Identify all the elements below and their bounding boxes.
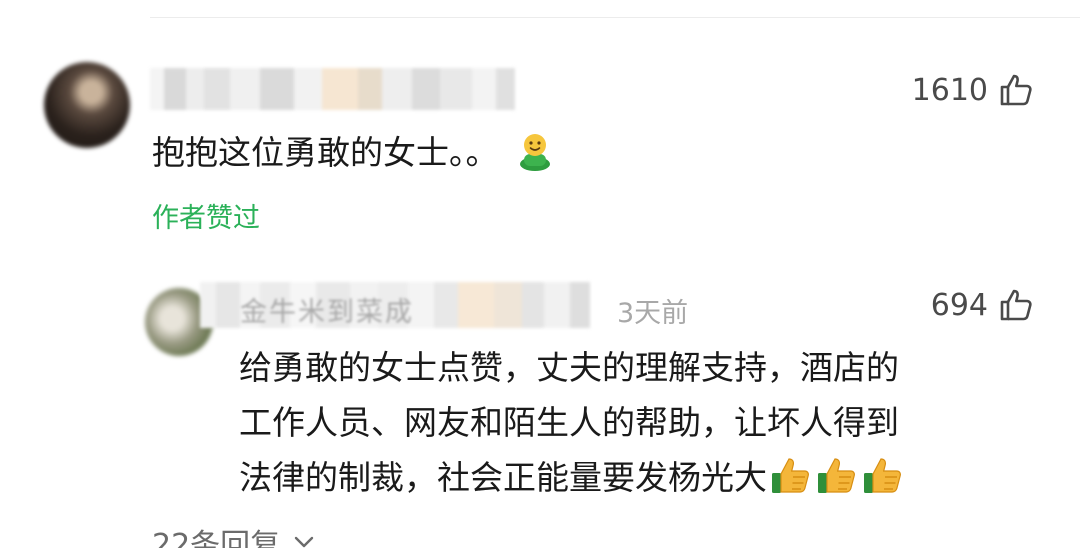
reply-text-line: 法律的制裁，社会正能量要发杨光大 [239,458,767,497]
reply-username[interactable]: 金牛米到菜成 [240,290,414,329]
username-obscured[interactable] [150,68,515,110]
like-button[interactable]: 1610 [912,72,1034,108]
reply-timestamp: 3天前 [617,298,689,329]
comment-thread: 1610 抱抱这位勇敢的女士。。 作者赞过 金牛米到菜成 3天前 694 给勇敢… [0,0,1080,548]
reply-like-button[interactable]: 694 [931,287,1034,323]
thumb-up-outline-icon [1000,289,1032,321]
thumbs-up-icon [818,458,855,493]
reply-text-line: 工作人员、网友和陌生人的帮助，让坏人得到 [239,403,899,442]
like-count: 1610 [911,72,988,108]
reply-text-line-last: 法律的制裁，社会正能量要发杨光大 [239,450,1039,505]
comment-body: 抱抱这位勇敢的女士。。 [152,126,557,174]
smiling-figure-icon [519,134,550,171]
more-replies-label: 22条回复 [152,528,281,548]
comment-text: 抱抱这位勇敢的女士。。 [152,133,499,172]
reply-body: 给勇敢的女士点赞，丈夫的理解支持，酒店的 工作人员、网友和陌生人的帮助，让坏人得… [239,340,1039,505]
thumb-up-outline-icon [1000,74,1032,106]
thumbs-up-icon [864,458,901,493]
chevron-down-icon [294,536,314,548]
author-liked-badge: 作者赞过 [152,203,260,234]
thumbs-up-icon [772,458,809,493]
divider [150,17,1080,18]
avatar[interactable] [44,62,130,148]
reply-like-count: 694 [930,287,988,323]
more-replies-button[interactable]: 22条回复 [152,520,316,548]
reply-text-line: 给勇敢的女士点赞，丈夫的理解支持，酒店的 [239,348,899,387]
